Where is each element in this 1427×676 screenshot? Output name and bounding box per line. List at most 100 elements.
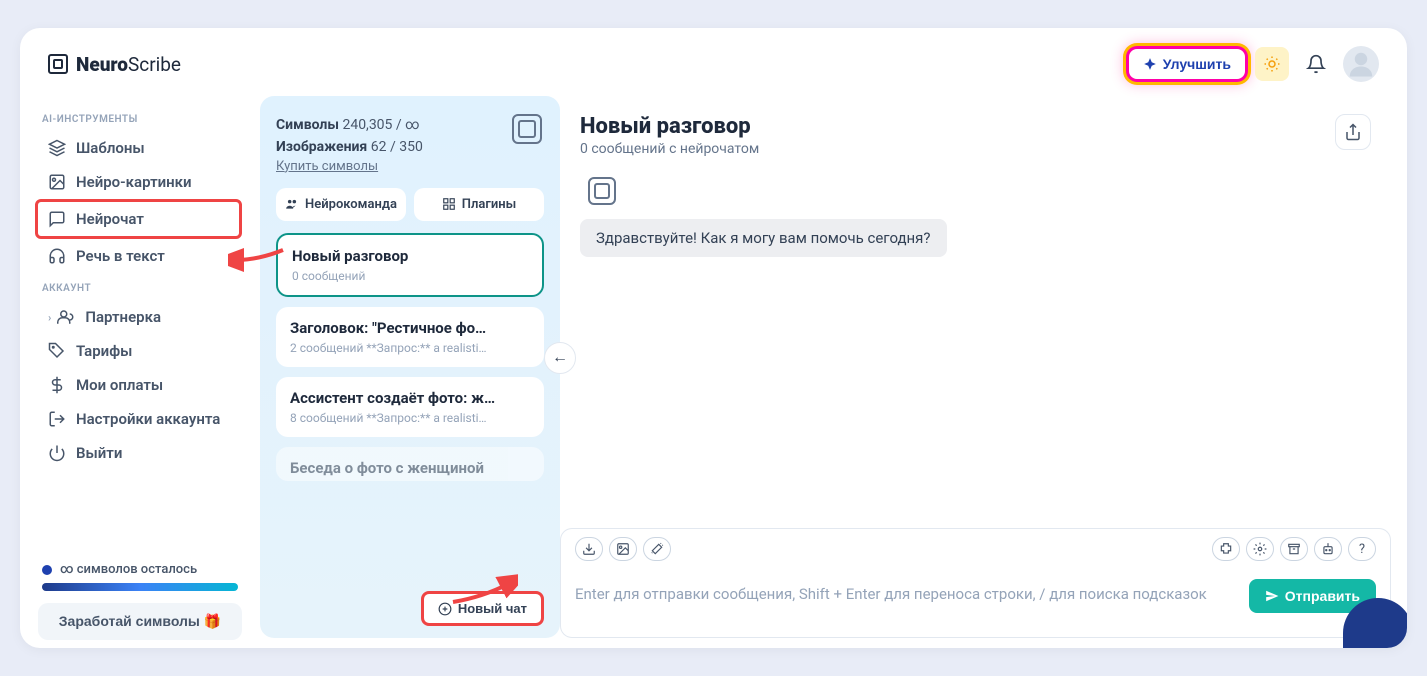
upgrade-button[interactable]: Улучшить [1129,49,1245,79]
sidebar-item-label: Настройки аккаунта [76,410,220,428]
assistant-message: Здравствуйте! Как я могу вам помочь сего… [580,219,947,257]
sidebar-item-settings[interactable]: Настройки аккаунта [38,402,242,436]
new-chat-row: Новый чат [276,591,544,626]
headphones-icon [48,247,66,265]
tool-extension[interactable] [1212,537,1240,561]
tool-archive[interactable] [1280,537,1308,561]
section-account: АККАУНТ [42,283,238,294]
gear-icon [1253,542,1267,556]
message-input[interactable] [575,579,1239,637]
rocket-icon [1143,57,1157,71]
share-icon [1344,123,1362,141]
chat-header: Новый разговор 0 сообщений с нейрочатом [560,96,1391,171]
tool-image[interactable] [609,537,637,561]
logout-settings-icon [48,410,66,428]
earn-symbols-button[interactable]: Заработай символы 🎁 [38,603,242,640]
chat-title: Новый разговор [580,114,759,139]
sidebar-item-label: Речь в текст [76,247,165,265]
chat-icon [48,210,66,228]
composer-toolbar: ? [560,528,1391,569]
images-value: 62 / 350 [371,139,423,155]
notifications-button[interactable] [1299,47,1333,81]
conversation-card[interactable]: Беседа о фото с женщиной [276,447,544,481]
archive-icon [1287,542,1301,556]
tool-magic[interactable] [643,537,671,561]
sun-icon [1263,55,1281,73]
images-stat: Изображения 62 / 350 [276,136,544,158]
conversation-card[interactable]: Новый разговор 0 сообщений [276,233,544,297]
new-chat-button[interactable]: Новый чат [421,591,544,626]
images-label: Изображения [276,139,367,155]
conversation-sub: 0 сообщений [292,269,528,283]
tab-label: Нейрокоманда [305,197,397,212]
sidebar-item-partner[interactable]: Партнерка [38,300,242,334]
tab-label: Плагины [462,197,516,212]
composer: Отправить [560,569,1391,638]
conversation-title: Беседа о фото с женщиной [290,459,530,477]
avatar[interactable] [1343,46,1379,82]
status-dot [42,565,52,575]
chat-main: ← Новый разговор 0 сообщений с нейрочато… [560,96,1407,648]
buy-symbols-link[interactable]: Купить символы [276,159,544,174]
sidebar-item-speech[interactable]: Речь в текст [38,239,242,273]
section-ai-tools: AI-ИНСТРУМЕНТЫ [42,114,238,125]
sidebar: AI-ИНСТРУМЕНТЫ Шаблоны Нейро-картинки Не… [20,96,260,648]
bell-icon [1306,54,1326,74]
tool-help[interactable]: ? [1348,537,1376,561]
upgrade-label: Улучшить [1163,56,1231,72]
sidebar-item-plans[interactable]: Тарифы [38,334,242,368]
sidebar-item-templates[interactable]: Шаблоны [38,131,242,165]
sidebar-footer: ∞ символов осталось Заработай символы 🎁 [38,552,242,640]
header-actions: Улучшить [1129,46,1379,82]
logo-text: NeuroScribe [76,53,181,76]
conversation-card[interactable]: Заголовок: "Рестичное фо… 2 сообщений **… [276,307,544,367]
sidebar-item-label: Нейро-картинки [76,173,192,191]
tool-settings[interactable] [1246,537,1274,561]
tab-neuro-team[interactable]: Нейрокоманда [276,188,406,221]
tool-robot[interactable] [1314,537,1342,561]
sidebar-item-logout[interactable]: Выйти [38,436,242,470]
conversation-title: Новый разговор [292,247,528,265]
arrow-left-icon: ← [552,349,568,367]
theme-toggle[interactable] [1255,47,1289,81]
puzzle-icon [1219,542,1233,556]
symbols-value: 240,305 / ∞ [342,117,419,133]
sidebar-item-label: Тарифы [76,342,132,360]
image-icon [616,542,630,556]
user-icon [1346,49,1376,79]
tab-plugins[interactable]: Плагины [414,188,544,221]
conversation-sub: 2 сообщений **Запрос:** a realisti… [290,341,530,355]
collapse-panel-button[interactable]: ← [544,342,576,374]
users-icon [57,308,75,326]
stats-icon [512,114,542,144]
app-shell: NeuroScribe Улучшить AI-ИНСТРУМЕНТЫ Шабл… [20,28,1407,648]
symbols-label: Символы [276,117,339,133]
sidebar-item-neurochat[interactable]: Нейрочат [35,199,242,239]
logo-icon [48,54,68,74]
chat-list-panel: Символы 240,305 / ∞ Изображения 62 / 350… [260,96,560,638]
sidebar-item-payments[interactable]: Мои оплаты [38,368,242,402]
sidebar-item-images[interactable]: Нейро-картинки [38,165,242,199]
sidebar-item-label: Нейрочат [76,210,144,228]
robot-icon [1321,542,1335,556]
conversation-sub: 8 сообщений **Запрос:** a realisti… [290,411,530,425]
chat-subtitle: 0 сообщений с нейрочатом [580,141,759,157]
send-icon [1265,589,1279,603]
sidebar-item-label: Партнерка [85,308,161,326]
usage-bar [42,583,238,591]
body: AI-ИНСТРУМЕНТЫ Шаблоны Нейро-картинки Не… [20,96,1407,648]
logo[interactable]: NeuroScribe [48,53,181,76]
wand-icon [650,542,664,556]
tool-upload[interactable] [575,537,603,561]
bot-avatar-icon [588,177,616,205]
layers-icon [48,139,66,157]
sidebar-item-label: Выйти [76,444,122,462]
download-icon [582,542,596,556]
symbols-remaining: ∞ символов осталось [42,562,238,577]
messages: Здравствуйте! Как я могу вам помочь сего… [560,171,1391,528]
conversation-card[interactable]: Ассистент создаёт фото: ж… 8 сообщений *… [276,377,544,437]
share-button[interactable] [1335,114,1371,150]
sidebar-item-label: Шаблоны [76,139,145,157]
plus-circle-icon [438,602,452,616]
symbols-remaining-label: ∞ символов осталось [60,562,197,577]
